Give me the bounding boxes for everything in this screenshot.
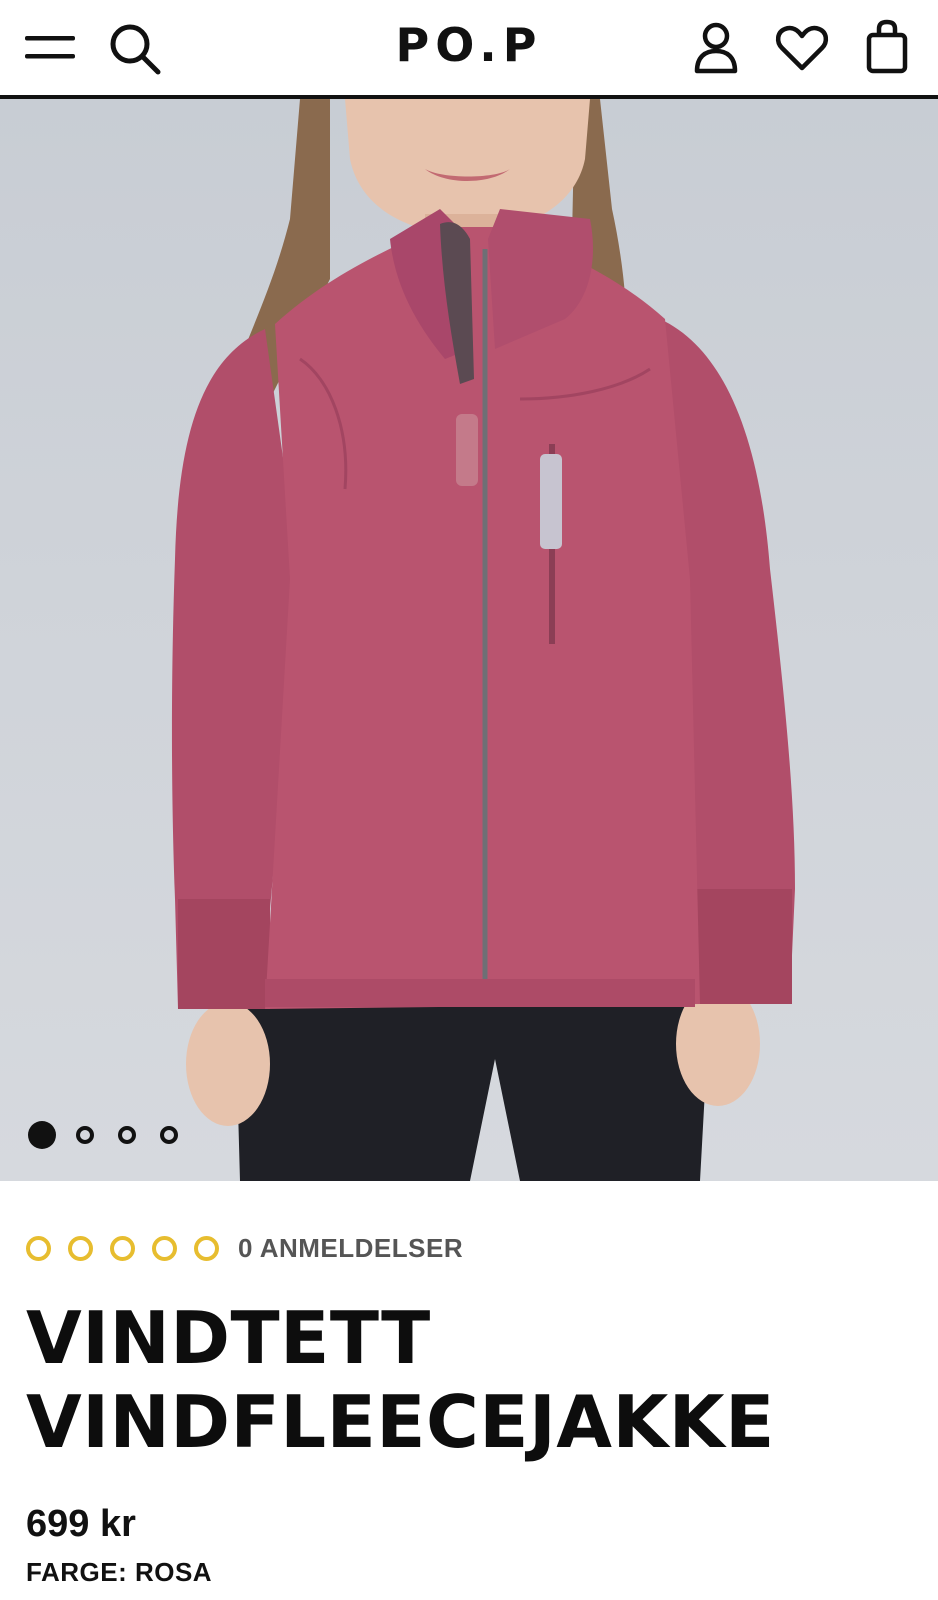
carousel-dot-1[interactable] (28, 1121, 56, 1149)
rating-star-icon[interactable] (68, 1236, 93, 1261)
review-count-link[interactable]: 0 ANMELDELSER (238, 1233, 463, 1264)
search-icon (110, 24, 161, 75)
product-photo-illustration (171, 99, 795, 1181)
account-button[interactable] (690, 20, 742, 76)
carousel-dot-4[interactable] (160, 1126, 178, 1144)
rating-star-icon[interactable] (26, 1236, 51, 1261)
wishlist-button[interactable] (774, 22, 830, 74)
product-image[interactable] (0, 99, 938, 1181)
heart-icon (775, 25, 829, 71)
rating-star-icon[interactable] (110, 1236, 135, 1261)
rating-star-icon[interactable] (194, 1236, 219, 1261)
site-header: PO.P (0, 0, 938, 99)
hamburger-menu-icon (25, 36, 75, 59)
carousel-pagination (28, 1121, 202, 1149)
menu-button[interactable] (22, 24, 78, 72)
product-title: VINDTETT VINDFLEECEJAKKE (26, 1296, 775, 1464)
rating-row[interactable]: 0 ANMELDELSER (26, 1233, 463, 1264)
rating-star-icon[interactable] (152, 1236, 177, 1261)
product-price: 699 kr (26, 1503, 136, 1545)
carousel-dot-3[interactable] (118, 1126, 136, 1144)
user-icon (694, 22, 738, 74)
carousel-dot-2[interactable] (76, 1126, 94, 1144)
product-color-label: FARGE: ROSA (26, 1557, 213, 1587)
search-button[interactable] (106, 20, 164, 78)
shopping-bag-icon (866, 19, 908, 74)
cart-button[interactable] (862, 18, 912, 76)
